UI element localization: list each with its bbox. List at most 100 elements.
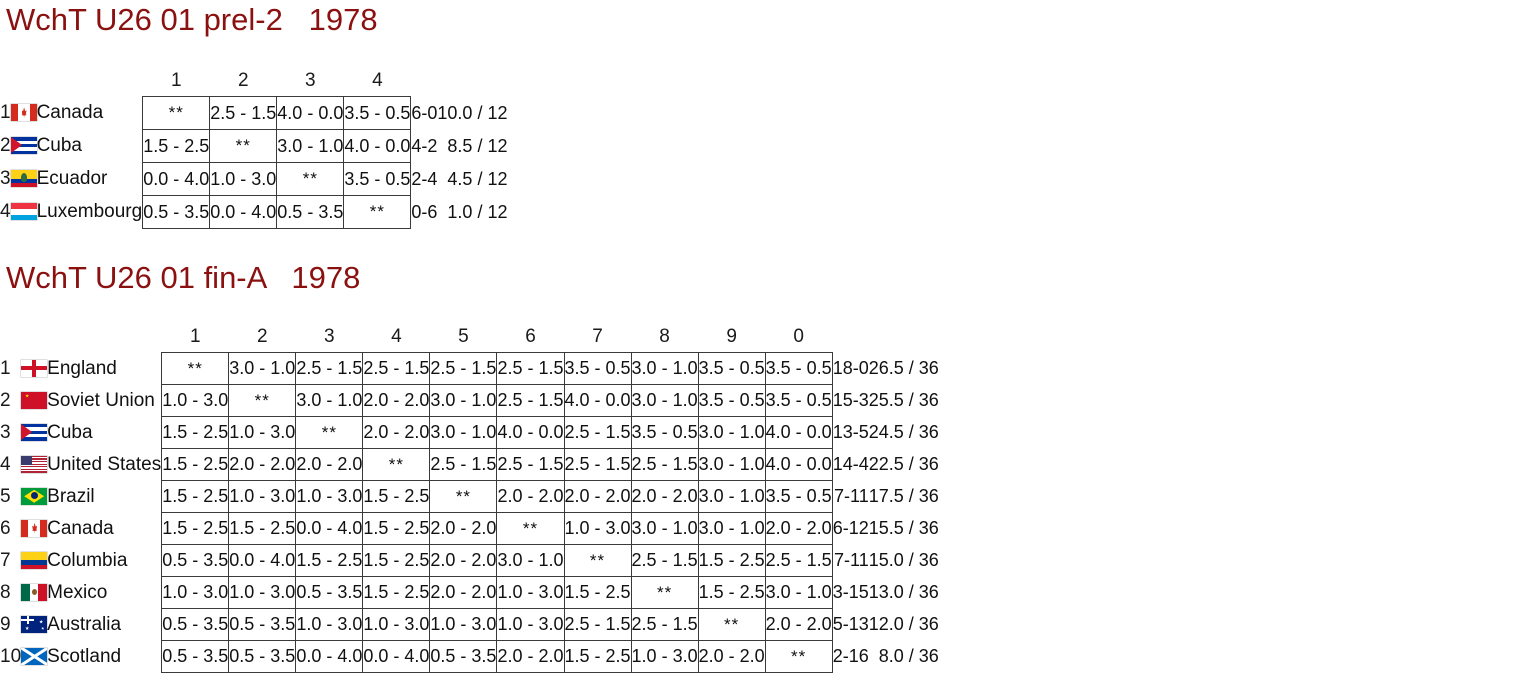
- result-cell: 0.0 - 4.0: [209, 195, 278, 229]
- result-cell: 3.5 - 0.5: [697, 352, 766, 385]
- result-cell: **: [697, 608, 766, 641]
- hdr-spacer-rank: [0, 322, 21, 353]
- table-row: 4 United States 1.5 - 2.5 2.0 - 2.0 2.0 …: [0, 448, 939, 481]
- result-cell: 2.0 - 2.0: [563, 480, 632, 513]
- row-rank: 8: [0, 581, 11, 603]
- result-cell: 0.0 - 4.0: [362, 640, 431, 673]
- hdr-spacer-team: [47, 322, 162, 353]
- row-rank: 10: [0, 645, 22, 667]
- result-cell: 1.0 - 3.0: [496, 608, 565, 641]
- result-cell: 1.0 - 3.0: [295, 608, 364, 641]
- match-score: 2-4: [411, 168, 438, 189]
- row-rank: 2: [0, 389, 11, 411]
- table-row: 6 Canada 1.5 - 2.5 1.5 - 2.5 0.0 - 4.0 1…: [0, 512, 939, 545]
- hdr-spacer-points: [437, 66, 507, 97]
- result-cell: 2.0 - 2.0: [429, 544, 498, 577]
- result-cell: 4.0 - 0.0: [343, 129, 412, 163]
- result-cell: 1.5 - 2.5: [362, 576, 431, 609]
- result-cell: 3.0 - 1.0: [429, 416, 498, 449]
- team-name: Canada: [36, 102, 104, 123]
- result-cell: 2.5 - 1.5: [496, 448, 565, 481]
- match-score: 6-0: [411, 102, 438, 123]
- match-score: 3-15: [832, 582, 869, 602]
- table-row: 8 Mexico 1.0 - 3.0 1.0 - 3.0 0.5 - 3.5 1…: [0, 576, 939, 609]
- result-cell: 0.5 - 3.5: [429, 640, 498, 673]
- hdr-spacer-flag: [21, 322, 47, 353]
- result-cell: 0.0 - 4.0: [142, 162, 211, 196]
- result-cell: 3.0 - 1.0: [228, 352, 297, 385]
- col-header-1: 1: [189, 326, 201, 347]
- row-rank: 2: [0, 135, 11, 156]
- result-cell: 1.0 - 3.0: [496, 576, 565, 609]
- points-total: 26.5 / 36: [868, 358, 939, 378]
- result-cell: 1.0 - 3.0: [630, 640, 699, 673]
- result-cell: 1.0 - 3.0: [362, 608, 431, 641]
- result-cell: 4.0 - 0.0: [764, 448, 833, 481]
- points-total: 22.5 / 36: [868, 454, 939, 474]
- hdr-spacer-score: [411, 66, 438, 97]
- result-cell: 3.0 - 1.0: [697, 416, 766, 449]
- points-total: 24.5 / 36: [868, 422, 939, 442]
- row-rank: 4: [0, 453, 11, 475]
- team-name: Australia: [47, 613, 122, 635]
- result-cell: 0.5 - 3.5: [142, 195, 211, 229]
- row-rank: 5: [0, 485, 11, 507]
- result-cell: 0.5 - 3.5: [161, 608, 230, 641]
- col-header-0: 0: [793, 326, 804, 347]
- points-total: 25.5 / 36: [868, 390, 939, 410]
- result-cell: 3.0 - 1.0: [630, 352, 699, 385]
- flag-soviet-union: [21, 385, 48, 417]
- result-cell: 1.5 - 2.5: [362, 480, 431, 513]
- table-row: 9 Australia 0.5 - 3.5 0.5 - 3.5 1.0 - 3.…: [0, 608, 939, 641]
- result-cell: **: [276, 162, 345, 196]
- result-cell: 2.0 - 2.0: [697, 640, 766, 673]
- section-title-prel-2: WchT U26 01 prel-2 1978: [6, 2, 378, 37]
- flag-columbia: [21, 545, 48, 577]
- flag-luxembourg: [10, 196, 37, 229]
- team-name: Mexico: [47, 581, 108, 603]
- flag-canada: [21, 513, 48, 545]
- result-cell: 2.0 - 2.0: [429, 576, 498, 609]
- flag-canada: [10, 97, 37, 130]
- flag-australia: [21, 609, 48, 641]
- flag-scotland: [21, 641, 48, 673]
- result-cell: 2.5 - 1.5: [295, 352, 364, 385]
- result-cell: **: [362, 448, 431, 481]
- result-cell: 0.0 - 4.0: [295, 640, 364, 673]
- match-score: 7-11: [834, 550, 869, 570]
- result-cell: **: [343, 195, 412, 229]
- flag-cuba: [21, 417, 48, 449]
- points-total: 1.0 / 12: [447, 201, 508, 222]
- col-header-2: 2: [257, 326, 268, 347]
- row-rank: 7: [0, 549, 11, 571]
- result-cell: 1.0 - 3.0: [209, 162, 278, 196]
- result-cell: 1.0 - 3.0: [228, 480, 297, 513]
- result-cell: **: [429, 480, 498, 513]
- result-cell: **: [630, 576, 699, 609]
- result-cell: 2.5 - 1.5: [630, 608, 699, 641]
- result-cell: 0.5 - 3.5: [228, 608, 297, 641]
- match-score: 4-2: [411, 135, 438, 156]
- table-row: 2 Cuba 1.5 - 2.5 ** 3.0 - 1.0 4.0 - 0.0 …: [0, 129, 508, 163]
- hdr-spacer-flag: [11, 66, 37, 97]
- result-cell: 2.0 - 2.0: [362, 416, 431, 449]
- result-cell: 2.0 - 2.0: [228, 448, 297, 481]
- result-cell: 1.0 - 3.0: [161, 384, 230, 417]
- points-total: 8.0 / 36: [878, 646, 939, 666]
- result-cell: 0.5 - 3.5: [161, 640, 230, 673]
- result-cell: 2.5 - 1.5: [362, 352, 431, 385]
- flag-mexico: [21, 577, 48, 609]
- result-cell: 3.0 - 1.0: [429, 384, 498, 417]
- result-cell: 1.5 - 2.5: [697, 576, 766, 609]
- result-cell: **: [209, 129, 278, 163]
- row-rank: 3: [0, 168, 11, 189]
- result-cell: **: [563, 544, 632, 577]
- table-row: 2 Soviet Union 1.0 - 3.0 ** 3.0 - 1.0 2.…: [0, 384, 939, 417]
- team-name: Luxembourg: [36, 201, 143, 222]
- result-cell: **: [295, 416, 364, 449]
- result-cell: 2.5 - 1.5: [563, 416, 632, 449]
- table-row: 7 Columbia 0.5 - 3.5 0.0 - 4.0 1.5 - 2.5…: [0, 544, 939, 577]
- points-total: 8.5 / 12: [447, 135, 508, 156]
- result-cell: 3.0 - 1.0: [276, 129, 345, 163]
- col-header-8: 8: [659, 326, 670, 347]
